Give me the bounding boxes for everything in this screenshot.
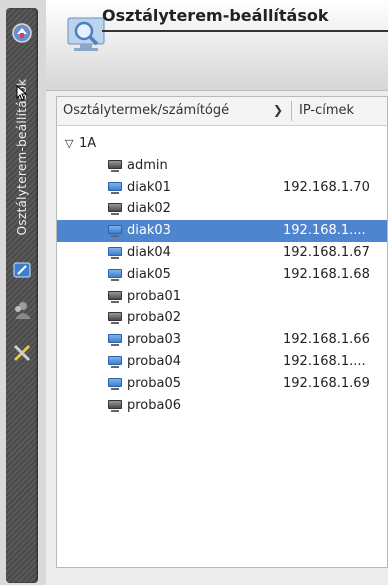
app-logo-icon[interactable] — [6, 16, 38, 50]
column-header-rooms[interactable]: Osztálytermek/számítógé — [63, 103, 229, 118]
column-header-ip[interactable]: IP-címek — [299, 103, 354, 118]
computer-name: diak04 — [127, 244, 171, 260]
computer-offline-icon — [107, 290, 123, 303]
computer-online-icon — [107, 225, 123, 238]
users-icon[interactable] — [6, 292, 38, 328]
title-underline — [102, 30, 388, 32]
computer-online-icon — [107, 268, 123, 281]
table-row[interactable]: diak04 192.168.1.67 — [57, 242, 387, 264]
table-row[interactable]: proba01 — [57, 286, 387, 308]
computer-name: proba05 — [127, 375, 182, 391]
chevron-down-icon[interactable]: ❯ — [273, 103, 283, 117]
ip-address: 192.168.1.67 — [283, 244, 370, 260]
table-row[interactable]: proba03 192.168.1.66 — [57, 329, 387, 351]
left-dock: Osztályterem-beállítások — [0, 0, 46, 585]
expand-triangle-icon[interactable]: ▽ — [65, 133, 73, 155]
computer-online-icon — [107, 334, 123, 347]
ip-address: 192.168.1.66 — [283, 332, 370, 348]
computer-offline-icon — [107, 203, 123, 216]
computer-name: admin — [127, 157, 168, 173]
column-separator[interactable] — [291, 101, 292, 121]
computer-name: diak02 — [127, 201, 171, 217]
page-title: Osztályterem-beállítások — [102, 6, 329, 25]
group-label: 1A — [79, 136, 97, 151]
table-row[interactable]: proba06 — [57, 395, 387, 417]
computer-offline-icon — [107, 159, 123, 172]
ip-address: 192.168.1.... — [283, 353, 366, 369]
computer-name: proba03 — [127, 332, 182, 348]
computer-name: proba01 — [127, 288, 182, 304]
tree-list: ▽ 1A admin diak01 192.168.1.70 diak02 di… — [57, 133, 387, 416]
monitor-magnifier-icon — [66, 14, 106, 54]
ip-address: 192.168.1.69 — [283, 375, 370, 391]
computer-online-icon — [107, 246, 123, 259]
monitor-blue-icon[interactable] — [6, 255, 38, 285]
ip-address: 192.168.1.... — [283, 223, 366, 239]
table-row[interactable]: diak01 192.168.1.70 — [57, 177, 387, 199]
computer-name: diak01 — [127, 179, 171, 195]
computer-online-icon — [107, 355, 123, 368]
computer-name: diak03 — [127, 223, 171, 239]
table-row[interactable]: proba04 192.168.1.... — [57, 351, 387, 373]
header-bar: Osztályterem-beállítások — [46, 0, 388, 91]
table-row[interactable]: proba02 — [57, 307, 387, 329]
ip-address: 192.168.1.70 — [283, 179, 370, 195]
table-header: Osztálytermek/számítógé ❯ IP-címek — [57, 97, 387, 126]
tree-group-1a[interactable]: ▽ 1A — [57, 133, 387, 155]
table-row[interactable]: diak05 192.168.1.68 — [57, 264, 387, 286]
computer-offline-icon — [107, 399, 123, 412]
computer-name: proba06 — [127, 397, 182, 413]
computer-name: proba04 — [127, 353, 182, 369]
computer-online-icon — [107, 377, 123, 390]
computer-name: diak05 — [127, 266, 171, 282]
table-row[interactable]: admin — [57, 155, 387, 177]
table-row-selected[interactable]: diak03 192.168.1.... — [57, 220, 387, 242]
table-row[interactable]: diak02 — [57, 198, 387, 220]
table-row[interactable]: proba05 192.168.1.69 — [57, 373, 387, 395]
mouse-cursor-icon — [6, 84, 38, 102]
vertical-tab-label: Osztályterem-beállítások — [15, 78, 29, 236]
computer-list-panel: Osztálytermek/számítógé ❯ IP-címek ▽ 1A … — [56, 96, 388, 568]
computer-offline-icon — [107, 312, 123, 325]
computer-online-icon — [107, 181, 123, 194]
ip-address: 192.168.1.68 — [283, 266, 370, 282]
computer-name: proba02 — [127, 310, 182, 326]
tools-icon[interactable] — [6, 336, 38, 370]
